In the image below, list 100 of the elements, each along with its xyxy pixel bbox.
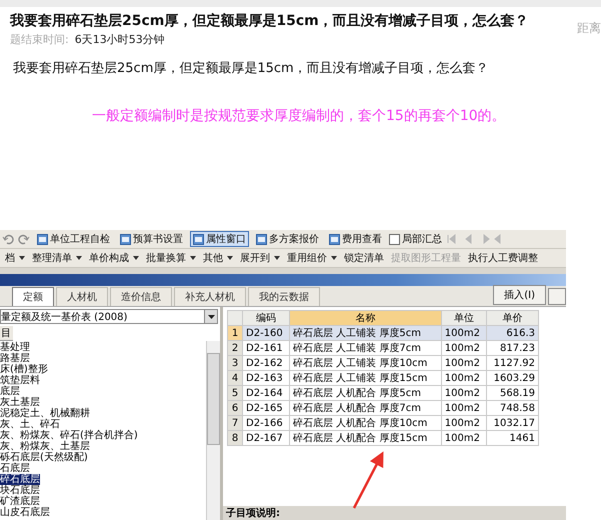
tree-item[interactable]: 基处理 [0, 342, 206, 353]
tree-item[interactable]: 块石底层 [0, 485, 206, 496]
column-header[interactable]: 编码 [242, 310, 290, 326]
checkbox[interactable]: 局部汇总 [389, 232, 442, 246]
table-row[interactable]: 4 D2-163 碎石底层 人工铺装 厚度15cm 100m2 1603.29 [228, 370, 538, 386]
table-row[interactable]: 8 D2-167 碎石底层 人机配合 厚度15cm 100m2 1461 [228, 430, 538, 446]
answer-text: 一般定额编制时是按规范要求厚度编制的，套个15的再套个10的。 [91, 107, 507, 125]
row-number: 1 [228, 326, 242, 340]
table-cell: 748.58 [486, 400, 538, 416]
table-cell: 1461 [486, 430, 538, 446]
table-cell: 碎石底层 人机配合 厚度10cm [289, 416, 442, 430]
window-icon [193, 234, 204, 244]
tree-item[interactable]: 石底层 [0, 463, 206, 474]
table-cell: 碎石底层 人工铺装 厚度5cm [289, 326, 442, 340]
tree-item[interactable]: 灰、粉煤灰、碎石(拌合机拌合) [0, 430, 206, 441]
table-cell: 碎石底层 人工铺装 厚度10cm [289, 356, 442, 370]
table-row[interactable]: 6 D2-165 碎石底层 人机配合 厚度7cm 100m2 748.58 [228, 400, 538, 416]
table-cell: D2-162 [242, 356, 290, 370]
toolbar-button[interactable]: 单位工程自检 [34, 231, 113, 247]
footer-label: 子目项说明: [223, 506, 566, 520]
tree-item[interactable]: 路基层 [0, 353, 206, 364]
toolbar-button[interactable]: 单价构成 [86, 250, 142, 266]
toolbar-button[interactable]: 其他 [200, 250, 236, 266]
window-icon [256, 234, 267, 244]
chapter-tab[interactable]: 目 [0, 326, 13, 341]
tree-item[interactable]: 筑垫层料 [0, 375, 206, 386]
redo-icon[interactable] [18, 233, 30, 245]
table-cell: 1603.29 [486, 370, 538, 386]
tree-item[interactable]: 泥稳定土、机械翻耕 [0, 408, 206, 419]
table-cell: 568.19 [486, 386, 538, 400]
table-row[interactable]: 2 D2-161 碎石底层 人工铺装 厚度7cm 100m2 817.23 [228, 340, 538, 356]
table-cell: 1127.92 [486, 356, 538, 370]
table-cell: 1032.17 [486, 416, 538, 430]
table-cell: 100m2 [441, 340, 487, 356]
toolbar-button[interactable]: 档 [2, 250, 28, 266]
toolbar-button[interactable]: 属性窗口 [190, 231, 249, 247]
table-cell: 100m2 [441, 430, 487, 446]
table-cell: 817.23 [486, 340, 538, 356]
row-number: 3 [228, 356, 242, 370]
toolbar-button[interactable]: 多方案报价 [253, 231, 322, 247]
question-body: 我要套用碎石垫层25cm厚，但定额最厚是15cm，而且没有增减子目项，怎么套？ [12, 60, 490, 77]
toolbar-button[interactable]: 预算书设置 [117, 231, 186, 247]
table-cell: D2-164 [242, 386, 290, 400]
toolbar-button[interactable]: 重用组价 [284, 250, 340, 266]
table-cell: 100m2 [441, 370, 487, 386]
table-row[interactable]: 5 D2-164 碎石底层 人机配合 厚度5cm 100m2 568.19 [228, 386, 538, 400]
column-header[interactable]: 名称 [289, 310, 442, 326]
insert-button[interactable]: 插入(I) [493, 285, 546, 305]
table-row[interactable]: 7 D2-166 碎石底层 人机配合 厚度10cm 100m2 1032.17 [228, 416, 538, 430]
deadline-label: 题结束时间: [10, 33, 69, 46]
table-cell: 100m2 [441, 386, 487, 400]
toolbar-button[interactable]: 展开到 [237, 250, 283, 266]
tab[interactable]: 补充人材机 [174, 287, 246, 306]
column-header[interactable]: 单价 [486, 310, 538, 326]
table-row[interactable]: 3 D2-162 碎石底层 人工铺装 厚度10cm 100m2 1127.92 [228, 356, 538, 370]
table-cell: 碎石底层 人机配合 厚度5cm [289, 386, 442, 400]
row-number: 6 [228, 400, 242, 416]
tree-item[interactable]: 底层 [0, 386, 206, 397]
tree-item[interactable]: 床(槽)整形 [0, 364, 206, 375]
table-cell: D2-160 [242, 326, 290, 340]
undo-icon[interactable] [2, 233, 14, 245]
table-cell: 100m2 [441, 326, 487, 340]
toolbar-button[interactable]: 锁定清单 [341, 250, 387, 266]
tree-item[interactable]: 山皮石底层 [0, 507, 206, 518]
toolbar-button[interactable] [548, 288, 566, 305]
toolbar-button[interactable]: 批量换算 [143, 250, 199, 266]
tree-item[interactable]: 矿渣底层 [0, 496, 206, 507]
tree-item[interactable]: 灰、土、碎石 [0, 419, 206, 430]
tab[interactable]: 我的云数据 [248, 287, 320, 306]
toolbar-button[interactable]: 整理清单 [29, 250, 85, 266]
tree-item[interactable]: 灰土基层 [0, 397, 206, 408]
column-header[interactable]: 单位 [441, 310, 487, 326]
table-cell: 100m2 [441, 356, 487, 370]
tree-item[interactable]: 灰、粉煤灰、土基层 [0, 441, 206, 452]
tab[interactable]: 人材机 [56, 287, 108, 306]
window-icon [120, 234, 131, 244]
table-row[interactable]: 1 D2-160 碎石底层 人工铺装 厚度5cm 100m2 616.3 [228, 326, 538, 340]
row-number: 7 [228, 416, 242, 430]
library-dropdown[interactable]: 量定额及统一基价表 (2008) [0, 309, 218, 324]
table-cell: 碎石底层 人机配合 厚度7cm [289, 400, 442, 416]
deadline-value: 6天13小时53分钟 [74, 33, 165, 46]
table-cell: D2-163 [242, 370, 290, 386]
row-number: 8 [228, 430, 242, 446]
tab[interactable]: 定额 [12, 287, 54, 306]
tree-item[interactable]: 砾石底层(天然级配) [0, 452, 206, 463]
question-title: 我要套用碎石垫层25cm厚，但定额最厚是15cm，而且没有增减子目项，怎么套？ [10, 12, 529, 30]
row-number: 5 [228, 386, 242, 400]
scrollbar[interactable] [206, 341, 220, 520]
table-cell: 100m2 [441, 400, 487, 416]
tree-item[interactable]: 碎石底层 [0, 474, 40, 485]
table-cell: 碎石底层 人机配合 厚度15cm [289, 430, 442, 446]
table-cell: 616.3 [486, 326, 538, 340]
table-cell: D2-165 [242, 400, 290, 416]
table-cell: 碎石底层 人工铺装 厚度7cm [289, 340, 442, 356]
tab[interactable]: 造价信息 [110, 287, 172, 306]
toolbar-button[interactable]: 费用查看 [326, 231, 385, 247]
row-number: 4 [228, 370, 242, 386]
toolbar-button[interactable]: 执行人工费调整 [465, 250, 541, 266]
window-icon [329, 234, 340, 244]
caret-icon [208, 314, 214, 318]
